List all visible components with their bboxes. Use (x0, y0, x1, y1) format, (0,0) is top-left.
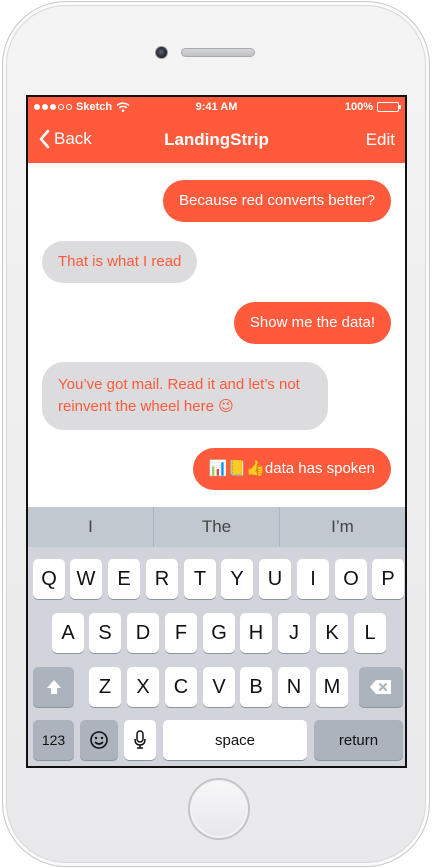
backspace-icon (370, 680, 391, 694)
key-o[interactable]: O (335, 559, 367, 599)
key-g[interactable]: G (203, 613, 235, 653)
key-f[interactable]: F (165, 613, 197, 653)
key-z[interactable]: Z (89, 667, 121, 707)
key-v[interactable]: V (203, 667, 235, 707)
shift-key[interactable] (33, 667, 74, 707)
home-button[interactable] (188, 778, 250, 840)
key-r[interactable]: R (146, 559, 178, 599)
battery-icon (377, 102, 401, 112)
battery-percentage: 100% (344, 101, 373, 113)
shift-arrow-icon (46, 680, 61, 694)
message-list: Because red converts better? That is wha… (28, 163, 405, 509)
delete-key[interactable] (359, 667, 403, 707)
key-n[interactable]: N (278, 667, 310, 707)
message-text: Show me the data! (249, 314, 375, 331)
prediction-1[interactable]: I (28, 507, 154, 547)
message-text: 📊📒👍data has spoken (208, 460, 375, 477)
key-c[interactable]: C (165, 667, 197, 707)
numbers-key[interactable]: 123 (33, 720, 74, 760)
key-i[interactable]: I (297, 559, 329, 599)
key-t[interactable]: T (184, 559, 216, 599)
key-u[interactable]: U (259, 559, 291, 599)
key-p[interactable]: P (372, 559, 404, 599)
message-bubble-received[interactable]: That is what I read (42, 241, 198, 283)
top-bar: Sketch 9:41 AM 100% Back LandingStrip Ed… (28, 97, 405, 163)
message-text: You’ve got mail. Read it and let’s not r… (58, 376, 300, 415)
key-e[interactable]: E (108, 559, 140, 599)
emoji-key[interactable] (80, 720, 118, 760)
predictive-bar: I The I’m (28, 507, 405, 547)
message-text: That is what I read (58, 253, 182, 270)
message-text: Because red converts better? (179, 192, 375, 209)
conversation-title: LandingStrip (164, 130, 269, 149)
return-key[interactable]: return (314, 720, 403, 760)
message-bubble-sent[interactable]: 📊📒👍data has spoken (192, 448, 391, 490)
prediction-3[interactable]: I’m (280, 507, 405, 547)
dictation-key[interactable] (124, 720, 156, 760)
key-h[interactable]: H (240, 613, 272, 653)
key-x[interactable]: X (127, 667, 159, 707)
key-q[interactable]: Q (33, 559, 65, 599)
key-d[interactable]: D (127, 613, 159, 653)
key-a[interactable]: A (52, 613, 84, 653)
key-y[interactable]: Y (221, 559, 253, 599)
key-b[interactable]: B (240, 667, 272, 707)
navigation-bar: Back LandingStrip Edit (28, 127, 405, 157)
microphone-icon (134, 730, 146, 749)
space-key[interactable]: space (163, 720, 307, 760)
emoji-icon (90, 731, 108, 749)
edit-button[interactable]: Edit (366, 130, 395, 150)
status-right: 100% (344, 101, 401, 113)
screen: Sketch 9:41 AM 100% Back LandingStrip Ed… (26, 95, 407, 768)
message-bubble-received[interactable]: You’ve got mail. Read it and let’s not r… (42, 362, 328, 430)
key-m[interactable]: M (316, 667, 348, 707)
earpiece-speaker (181, 48, 255, 57)
message-bubble-sent[interactable]: Show me the data! (233, 302, 391, 344)
key-k[interactable]: K (316, 613, 348, 653)
keyboard: I The I’m Q W E R T Y U I O P A S D F G … (28, 507, 405, 766)
key-s[interactable]: S (89, 613, 121, 653)
key-w[interactable]: W (70, 559, 102, 599)
front-camera (155, 46, 168, 59)
status-bar: Sketch 9:41 AM 100% (28, 101, 405, 117)
prediction-2[interactable]: The (154, 507, 280, 547)
message-bubble-sent[interactable]: Because red converts better? (163, 180, 391, 222)
key-l[interactable]: L (354, 613, 386, 653)
key-j[interactable]: J (278, 613, 310, 653)
